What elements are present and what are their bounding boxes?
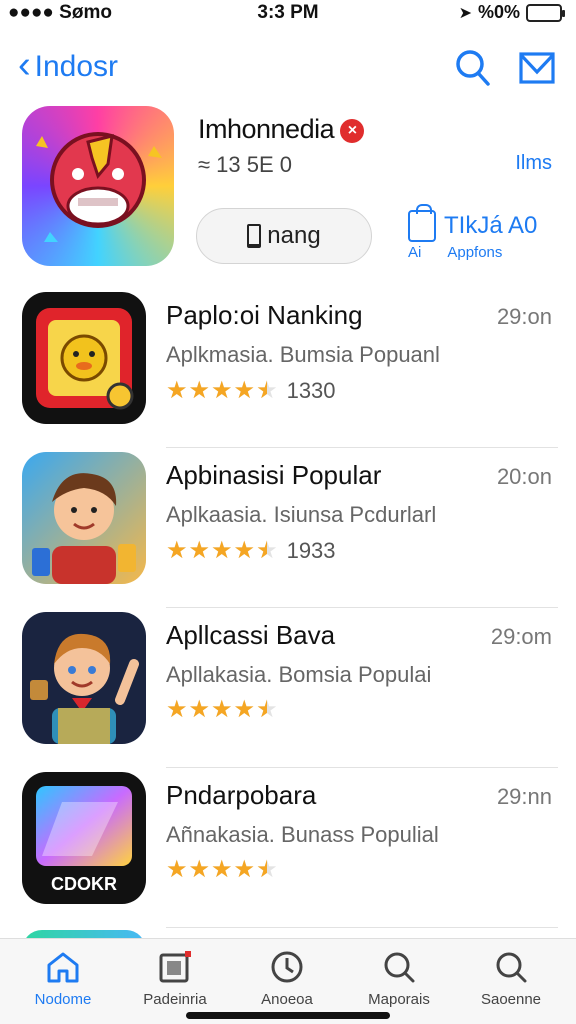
app-desc: Aplkmasia. Bumsia Popuanl: [166, 342, 440, 367]
star-rating: ★★★★★★★★★★: [166, 377, 279, 404]
app-time: 20:on: [496, 464, 552, 489]
app-time: 29:nn: [496, 784, 552, 809]
featured-app-icon[interactable]: [22, 106, 174, 266]
apps-sub-right: Appfons: [447, 244, 503, 261]
app-list: Paplo:oi Nanking 29:on Aplkmasia. Bumsia…: [0, 288, 576, 928]
back-button[interactable]: ‹ Indosr: [18, 44, 119, 86]
mail-button[interactable]: [518, 48, 556, 88]
featured-title-text: Imhonnedia: [198, 114, 335, 144]
gradient-app-icon: CDOKR: [36, 786, 132, 894]
nav-actions: [454, 48, 556, 88]
app-desc: Apllakasia. Bomsia Populai: [166, 662, 432, 687]
tab-label: Anoeoa: [261, 991, 313, 1008]
shopping-bag-icon: [408, 204, 436, 242]
status-right: ➤ %0%: [458, 2, 565, 23]
list-item[interactable]: CDOKR Pndarpobara 29:nn Añnakasia. Bunas…: [0, 768, 576, 928]
apps-sub-left: Ai: [408, 244, 422, 261]
tab-label: Saoenne: [480, 991, 542, 1008]
close-badge-icon[interactable]: ×: [340, 118, 365, 143]
app-rating: ★★★★★★★★★★ 1933: [166, 538, 336, 564]
adventurer-character-icon: [30, 633, 139, 744]
search-button[interactable]: [454, 48, 492, 88]
monster-character-icon: [36, 132, 162, 242]
nav-bar: ‹ Indosr: [0, 40, 576, 96]
app-name: Apbinasisi Popular: [166, 460, 382, 490]
app-desc: Aplkaasia. Isiunsa Pcdurlarl: [166, 502, 437, 527]
divider: [166, 927, 558, 928]
location-icon: ➤: [458, 4, 472, 22]
featured-app-title: Imhonnedia ×: [198, 114, 365, 145]
apps-link[interactable]: TIkJá A0 Ai Appfons: [408, 204, 558, 270]
star-rating: ★★★★★★★★★★: [166, 537, 279, 564]
tab-label: Maporais: [368, 991, 430, 1008]
tab-search[interactable]: Saoenne: [456, 949, 566, 1008]
battery-icon: [526, 3, 565, 22]
status-bar: ●●●● Sømo 3:3 PM ➤ %0%: [0, 0, 576, 28]
featured-side-link[interactable]: Ilms: [515, 152, 552, 175]
rating-count: 1330: [286, 378, 336, 403]
apps-link-label: TIkJá A0: [444, 212, 538, 239]
battery-percent: %0%: [477, 2, 520, 22]
star-rating: ★★★★★★★★★★: [166, 856, 279, 883]
back-label: Indosr: [34, 50, 119, 83]
updates-icon: [159, 951, 191, 983]
app-name: Paplo:oi Nanking: [166, 300, 363, 330]
mail-icon: [519, 52, 555, 84]
clock-icon: [271, 951, 303, 983]
app-icon: [22, 612, 146, 744]
app-icon-label: CDOKR: [51, 874, 117, 894]
app-name: Apllcassi Bava: [166, 620, 336, 650]
app-time: 29:om: [490, 624, 552, 649]
app-name: Pndarpobara: [166, 780, 317, 810]
tab-home[interactable]: Nodome: [8, 949, 118, 1008]
app-icon: [22, 452, 146, 584]
search-icon: [384, 952, 415, 983]
rating-count: 1933: [286, 538, 336, 563]
list-item[interactable]: Apllcassi Bava 29:om Apllakasia. Bomsia …: [0, 608, 576, 768]
featured-app-subtitle: ≈ 13 5E 0: [198, 152, 293, 177]
app-time: 29:on: [496, 304, 552, 329]
tab-label: Padeinria: [143, 991, 207, 1008]
get-button[interactable]: nang: [196, 208, 372, 264]
boy-character-icon: [32, 473, 136, 584]
phone-icon: [247, 224, 262, 248]
home-indicator[interactable]: [186, 1012, 390, 1019]
search-icon: [456, 50, 490, 86]
featured-app: Imhonnedia × ≈ 13 5E 0 Ilms nang TIkJá A0…: [22, 106, 556, 276]
search-icon: [496, 952, 527, 983]
app-rating: ★★★★★★★★★★: [166, 858, 287, 882]
list-item[interactable]: Apbinasisi Popular 20:on Aplkaasia. Isiu…: [0, 448, 576, 608]
app-rating: ★★★★★★★★★★ 1330: [166, 378, 336, 404]
list-item[interactable]: Paplo:oi Nanking 29:on Aplkmasia. Bumsia…: [0, 288, 576, 448]
duck-character-icon: [36, 308, 134, 410]
tab-history[interactable]: Anoeoa: [232, 949, 342, 1008]
get-button-label: nang: [267, 222, 321, 249]
home-icon: [47, 952, 79, 983]
app-icon: CDOKR: [22, 772, 146, 904]
chevron-left-icon: ‹: [18, 44, 31, 86]
tab-updates[interactable]: Padeinria: [120, 949, 230, 1008]
app-icon: [22, 292, 146, 424]
app-rating: ★★★★★★★★★★: [166, 698, 287, 722]
app-desc: Añnakasia. Bunass Populial: [166, 822, 439, 847]
star-rating: ★★★★★★★★★★: [166, 696, 279, 723]
tab-label: Nodome: [34, 991, 92, 1008]
tab-maps[interactable]: Maporais: [344, 949, 454, 1008]
